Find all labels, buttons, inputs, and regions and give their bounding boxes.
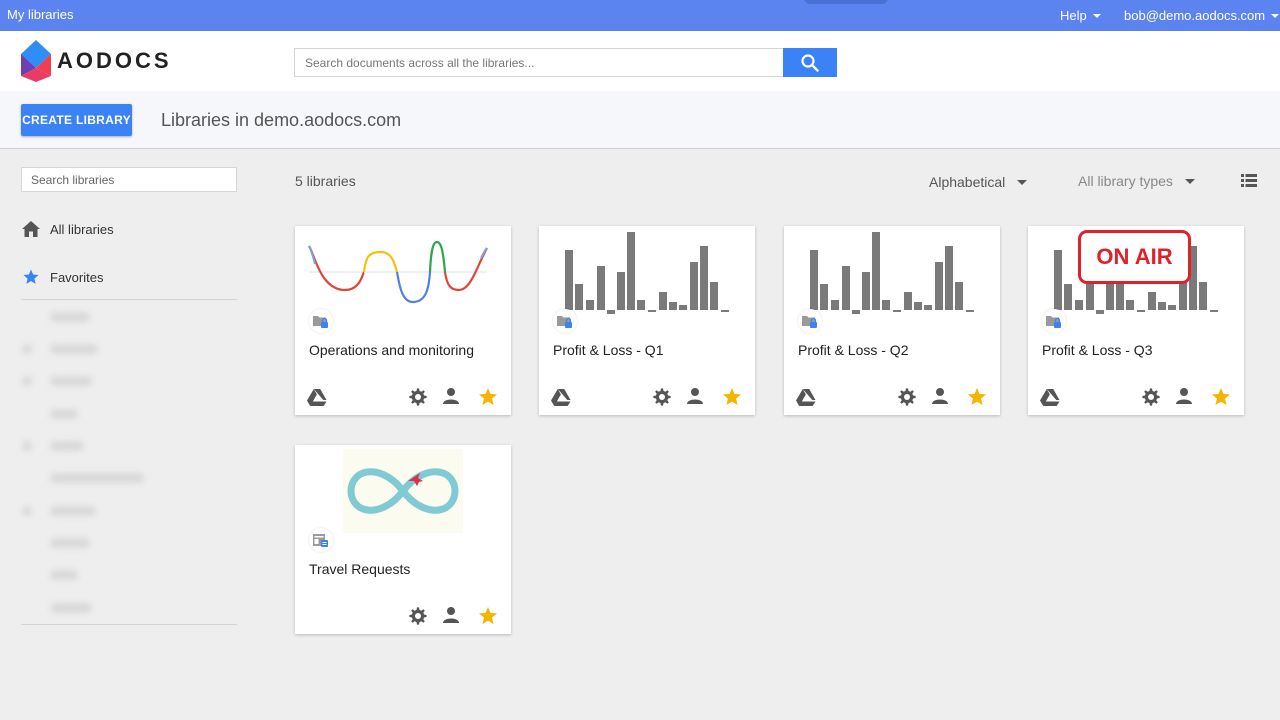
- favorite-star-icon[interactable]: [478, 606, 498, 625]
- favorite-star-icon[interactable]: [1211, 387, 1231, 406]
- library-card[interactable]: Profit & Loss - Q2: [784, 226, 1000, 415]
- on-air-badge: ON AIR: [1078, 230, 1191, 284]
- library-name[interactable]: Profit & Loss - Q1: [553, 342, 663, 358]
- form-library-icon: [313, 533, 328, 547]
- sidebar-divider: [21, 624, 237, 625]
- sidebar-item-label: All libraries: [50, 221, 114, 237]
- blurred-sidebar-item: [22, 344, 32, 354]
- library-card[interactable]: Operations and monitoring: [295, 226, 511, 415]
- secured-folder-icon: [1046, 314, 1062, 329]
- chevron-down-icon: [1017, 179, 1028, 185]
- google-drive-icon[interactable]: [1040, 388, 1060, 407]
- library-type-badge: [1042, 309, 1066, 333]
- home-icon: [22, 221, 40, 237]
- person-icon[interactable]: [443, 387, 459, 405]
- secured-folder-icon: [313, 314, 329, 329]
- create-library-button[interactable]: CREATE LIBRARY: [21, 104, 132, 136]
- blurred-sidebar-item: [50, 441, 84, 451]
- sidebar-divider: [21, 299, 237, 300]
- library-name[interactable]: Travel Requests: [309, 561, 410, 577]
- help-label: Help: [1060, 8, 1087, 23]
- blurred-sidebar-item: [50, 506, 96, 516]
- bar-chart-thumbnail: [810, 232, 974, 314]
- person-icon[interactable]: [1176, 387, 1192, 405]
- waves-thumbnail: [308, 240, 488, 304]
- gear-icon[interactable]: [408, 387, 428, 407]
- sidebar-item-all-libraries[interactable]: All libraries: [22, 221, 114, 237]
- library-search-input[interactable]: [21, 167, 237, 192]
- user-email: bob@demo.aodocs.com: [1124, 8, 1266, 23]
- chevron-down-icon: [1092, 13, 1101, 18]
- google-drive-icon[interactable]: [551, 388, 571, 407]
- search-icon: [801, 53, 819, 72]
- person-icon[interactable]: [687, 387, 703, 405]
- blurred-sidebar-item: [50, 409, 78, 419]
- secured-folder-icon: [802, 314, 818, 329]
- google-drive-icon[interactable]: [307, 388, 327, 407]
- page-header: CREATE LIBRARY Libraries in demo.aodocs.…: [0, 91, 1280, 149]
- sidebar-item-label: Favorites: [50, 269, 104, 285]
- library-type-badge: [798, 309, 822, 333]
- page-title: Libraries in demo.aodocs.com: [161, 110, 402, 130]
- list-view-icon[interactable]: [1241, 174, 1257, 187]
- gear-icon[interactable]: [652, 387, 672, 407]
- my-libraries-link[interactable]: My libraries: [7, 7, 73, 22]
- library-type-badge: [553, 309, 577, 333]
- blurred-sidebar-item: [22, 376, 32, 386]
- top-bar: My libraries Help bob@demo.aodocs.com: [0, 0, 1280, 31]
- chevron-down-icon: [1184, 178, 1195, 184]
- blurred-sidebar-item: [22, 441, 32, 451]
- app-header: AODOCS: [0, 31, 1280, 91]
- bar-chart-thumbnail: [565, 232, 729, 314]
- sort-label: Alphabetical: [929, 174, 1006, 190]
- library-name[interactable]: Profit & Loss - Q2: [798, 342, 908, 358]
- library-type-badge: [309, 309, 333, 333]
- blurred-sidebar-item: [50, 344, 98, 354]
- logo[interactable]: AODOCS: [21, 40, 172, 82]
- gear-icon[interactable]: [408, 606, 428, 626]
- library-card[interactable]: Travel Requests: [295, 445, 511, 634]
- filter-label: All library types: [1078, 173, 1173, 189]
- gear-icon[interactable]: [1141, 387, 1161, 407]
- infinity-thumbnail: [343, 449, 463, 533]
- logo-text: AODOCS: [57, 48, 172, 73]
- person-icon[interactable]: [932, 387, 948, 405]
- document-search: [294, 48, 837, 77]
- google-drive-icon[interactable]: [796, 388, 816, 407]
- blurred-sidebar-item: [50, 570, 78, 580]
- favorite-star-icon[interactable]: [967, 387, 987, 406]
- library-name[interactable]: Operations and monitoring: [309, 342, 474, 358]
- blurred-sidebar-item: [50, 538, 90, 548]
- blurred-sidebar-item: [22, 506, 32, 516]
- tab-indicator: [804, 0, 888, 4]
- document-search-input[interactable]: [294, 48, 783, 77]
- sidebar-item-favorites[interactable]: Favorites: [22, 268, 103, 286]
- library-type-badge: [309, 528, 333, 552]
- blurred-sidebar-item: [50, 473, 144, 483]
- library-card[interactable]: Profit & Loss - Q1: [539, 226, 755, 415]
- chevron-down-icon: [1271, 13, 1280, 18]
- sort-dropdown[interactable]: Alphabetical: [929, 174, 1028, 190]
- library-type-filter[interactable]: All library types: [1078, 173, 1195, 189]
- secured-folder-icon: [557, 314, 573, 329]
- search-button[interactable]: [783, 48, 837, 77]
- library-count: 5 libraries: [295, 173, 356, 189]
- aodocs-logo-icon: [21, 40, 51, 82]
- user-menu[interactable]: bob@demo.aodocs.com: [1124, 8, 1280, 23]
- help-menu[interactable]: Help: [1060, 8, 1101, 23]
- gear-icon[interactable]: [897, 387, 917, 407]
- favorite-star-icon[interactable]: [722, 387, 742, 406]
- blurred-sidebar-item: [50, 312, 90, 322]
- person-icon[interactable]: [443, 606, 459, 624]
- favorite-star-icon[interactable]: [478, 387, 498, 406]
- star-icon: [23, 269, 39, 284]
- blurred-sidebar-item: [50, 376, 92, 386]
- library-name[interactable]: Profit & Loss - Q3: [1042, 342, 1152, 358]
- blurred-sidebar-item: [50, 603, 92, 613]
